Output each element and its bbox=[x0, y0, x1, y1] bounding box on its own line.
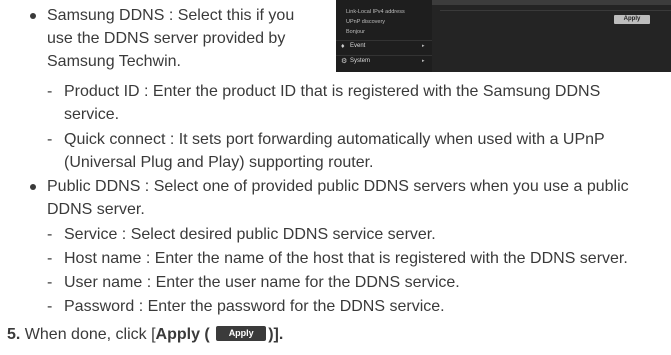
dash-marker: - bbox=[47, 298, 53, 315]
manual-page: Samsung DDNS : Select this if you use th… bbox=[0, 0, 671, 355]
step-close: )]. bbox=[268, 326, 284, 343]
public-ddns-line-2: DDNS server. bbox=[47, 201, 145, 218]
dash-marker: - bbox=[47, 250, 53, 267]
menu-event[interactable]: ♦ Event ▸ bbox=[336, 40, 432, 52]
bullet-dot bbox=[30, 184, 36, 190]
bell-icon: ♦ bbox=[341, 43, 345, 50]
samsung-ddns-line-3: Samsung Techwin. bbox=[47, 53, 181, 70]
service-line: Service : Select desired public DDNS ser… bbox=[64, 226, 436, 243]
samsung-ddns-line-1: Samsung DDNS : Select this if you bbox=[47, 7, 295, 24]
step-text: When done, click [ bbox=[24, 326, 156, 343]
step-number: 5. bbox=[7, 326, 21, 343]
samsung-ddns-line-2: use the DDNS server provided by bbox=[47, 30, 286, 47]
quick-connect-line-1: Quick connect : It sets port forwarding … bbox=[64, 131, 605, 148]
apply-button[interactable]: Apply bbox=[614, 15, 650, 24]
dash-marker: - bbox=[47, 274, 53, 291]
step-5: 5. When done, click [Apply ( Apply)]. bbox=[7, 324, 283, 346]
submenu-link-local[interactable]: Link-Local IPv4 address bbox=[346, 9, 405, 16]
panel-divider bbox=[440, 10, 671, 11]
chevron-right-icon: ▸ bbox=[422, 58, 425, 64]
bullet-dot bbox=[30, 13, 36, 19]
menu-system-label: System bbox=[350, 58, 371, 64]
step-apply-bold: Apply ( bbox=[155, 326, 210, 343]
password-line: Password : Enter the password for the DD… bbox=[64, 298, 445, 315]
product-id-line-1: Product ID : Enter the product ID that i… bbox=[64, 83, 601, 100]
menu-event-label: Event bbox=[350, 43, 366, 49]
chevron-right-icon: ▸ bbox=[422, 43, 425, 49]
dash-marker: - bbox=[47, 226, 53, 243]
quick-connect-line-2: (Universal Plug and Play) supporting rou… bbox=[64, 154, 374, 171]
submenu-upnp-discovery[interactable]: UPnP discovery bbox=[346, 19, 385, 26]
inline-apply-label: Apply bbox=[228, 328, 254, 339]
user-name-line: User name : Enter the user name for the … bbox=[64, 274, 460, 291]
menu-system[interactable]: ⚙ System ▸ bbox=[336, 55, 432, 67]
dash-marker: - bbox=[47, 83, 53, 100]
inline-apply-button: Apply bbox=[216, 326, 267, 342]
network-settings-screenshot: Link-Local IPv4 address UPnP discovery B… bbox=[336, 0, 671, 72]
public-ddns-line-1: Public DDNS : Select one of provided pub… bbox=[47, 178, 629, 195]
gear-icon: ⚙ bbox=[341, 58, 348, 65]
submenu-bonjour[interactable]: Bonjour bbox=[346, 29, 365, 36]
dash-marker: - bbox=[47, 131, 53, 148]
product-id-line-2: service. bbox=[64, 106, 120, 123]
host-name-line: Host name : Enter the name of the host t… bbox=[64, 250, 628, 267]
screenshot-sidebar: Link-Local IPv4 address UPnP discovery B… bbox=[336, 0, 432, 72]
